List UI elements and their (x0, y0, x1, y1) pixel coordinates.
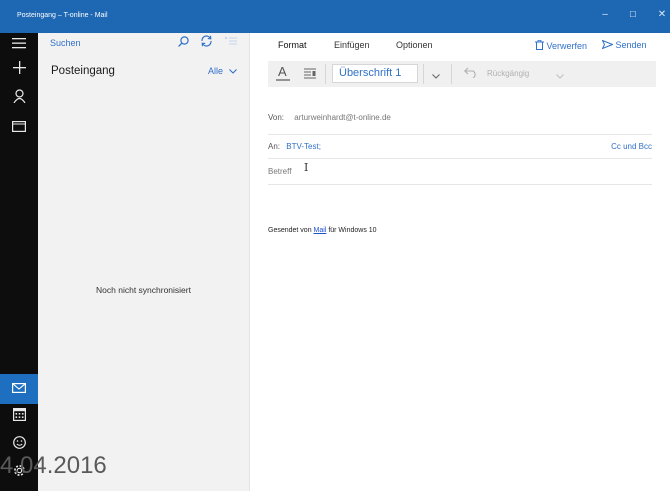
plus-icon[interactable] (9, 60, 29, 80)
sync-icon[interactable] (200, 35, 213, 50)
to-field[interactable]: An: BTV-Test; Cc und Bcc (268, 142, 652, 151)
hamburger-icon[interactable] (9, 35, 29, 55)
maximize-button[interactable]: ☐ (626, 10, 640, 24)
navigation-rail (0, 33, 38, 491)
cc-bcc-button[interactable]: Cc und Bcc (611, 142, 652, 151)
toolbar-separator (451, 64, 452, 84)
tab-einfuegen[interactable]: Einfügen (334, 40, 370, 50)
undo-label[interactable]: Rückgängig (487, 69, 529, 78)
folder-icon[interactable] (9, 118, 29, 138)
style-select[interactable]: Überschrift 1 (332, 64, 418, 83)
calendar-icon[interactable] (9, 407, 29, 427)
tab-format[interactable]: Format (278, 40, 307, 50)
subject-divider (268, 184, 652, 185)
signature-link[interactable]: Mail (314, 227, 327, 234)
title-bar: Posteingang – T-online - Mail – ☐ ✕ (0, 0, 670, 33)
window-title: Posteingang – T-online - Mail (17, 12, 108, 19)
search-icon[interactable] (178, 36, 189, 50)
close-button[interactable]: ✕ (655, 9, 669, 23)
subject-placeholder: Betreff (268, 167, 292, 176)
minimize-button[interactable]: – (598, 9, 612, 23)
font-color-icon[interactable]: A (276, 64, 290, 85)
mail-icon[interactable] (9, 379, 29, 399)
signature-prefix: Gesendet von (268, 227, 314, 234)
signature-suffix: für Windows 10 (326, 227, 377, 234)
send-button[interactable]: Senden (601, 39, 647, 50)
folder-title: Posteingang (51, 65, 115, 77)
to-recipient[interactable]: BTV-Test; (286, 142, 321, 151)
from-field: Von: arturweinhardt@t-online.de (268, 113, 391, 122)
mail-window: Posteingang – T-online - Mail – ☐ ✕ Such… (0, 0, 670, 491)
tab-optionen[interactable]: Optionen (396, 40, 433, 50)
to-label: An: (268, 142, 281, 151)
paragraph-format-icon[interactable] (304, 68, 316, 82)
from-value: arturweinhardt@t-online.de (294, 113, 391, 122)
svg-text:A: A (278, 64, 287, 79)
search-input[interactable]: Suchen (50, 38, 81, 48)
chevron-down-icon[interactable] (556, 70, 564, 82)
toolbar-separator (325, 64, 326, 84)
toolbar-separator (423, 64, 424, 84)
from-label: Von: (268, 113, 285, 122)
compose-area: Format Einfügen Optionen Verwerfen Sende… (250, 33, 670, 491)
text-cursor-icon: I (304, 161, 309, 174)
filter-label: Alle (208, 66, 224, 76)
select-mode-icon[interactable] (225, 36, 237, 49)
send-icon (601, 39, 616, 50)
message-list-pane: Suchen Posteingang Alle Noch nicht synch… (38, 33, 249, 491)
send-label: Senden (615, 40, 647, 50)
date-watermark: 4.04.2016 (0, 452, 107, 479)
from-divider (268, 134, 652, 135)
subject-input[interactable]: Betreff (268, 167, 652, 176)
person-icon[interactable] (9, 89, 29, 109)
to-divider (268, 158, 652, 159)
search-box[interactable]: Suchen (38, 33, 249, 55)
filter-dropdown[interactable]: Alle (208, 66, 237, 76)
undo-icon[interactable] (463, 67, 478, 81)
empty-state-message: Noch nicht synchronisiert (96, 285, 191, 295)
format-toolbar: A Überschrift 1 Rückgängig (268, 61, 656, 87)
discard-button[interactable]: Verwerfen (535, 39, 588, 51)
message-body[interactable]: Gesendet von Mail für Windows 10 (268, 227, 377, 234)
trash-icon (535, 39, 547, 51)
chevron-down-icon[interactable] (432, 70, 440, 82)
chevron-down-icon (226, 66, 237, 76)
discard-label: Verwerfen (546, 41, 588, 51)
